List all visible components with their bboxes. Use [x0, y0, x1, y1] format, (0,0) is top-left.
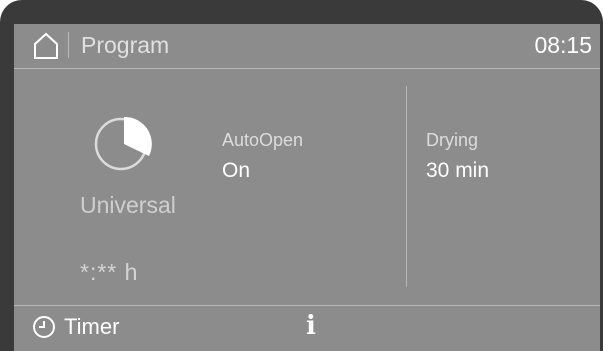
pie-chart-icon	[91, 111, 157, 177]
autoopen-label: AutoOpen	[222, 130, 304, 150]
header-bar: Program 08:15	[14, 24, 600, 69]
vertical-divider	[406, 86, 407, 287]
info-icon[interactable]: i	[304, 312, 318, 340]
timer-label: Timer	[64, 314, 120, 339]
header-divider	[68, 32, 69, 58]
display-screen: Program 08:15 Universal *:** h AutoOpen …	[14, 24, 600, 351]
page-title: Program	[81, 32, 170, 58]
program-name: Universal	[80, 192, 176, 218]
device-frame: Program 08:15 Universal *:** h AutoOpen …	[0, 0, 603, 351]
clock-icon	[32, 315, 56, 339]
drying-value[interactable]: 30 min	[426, 157, 489, 185]
drying-label: Drying	[426, 130, 479, 150]
timer-button[interactable]: Timer	[32, 311, 119, 343]
time-remaining: *:** h	[80, 259, 139, 285]
autoopen-value[interactable]: On	[222, 157, 250, 185]
home-icon[interactable]	[31, 31, 61, 61]
footer-divider	[14, 305, 600, 306]
clock-time: 08:15	[534, 32, 592, 58]
